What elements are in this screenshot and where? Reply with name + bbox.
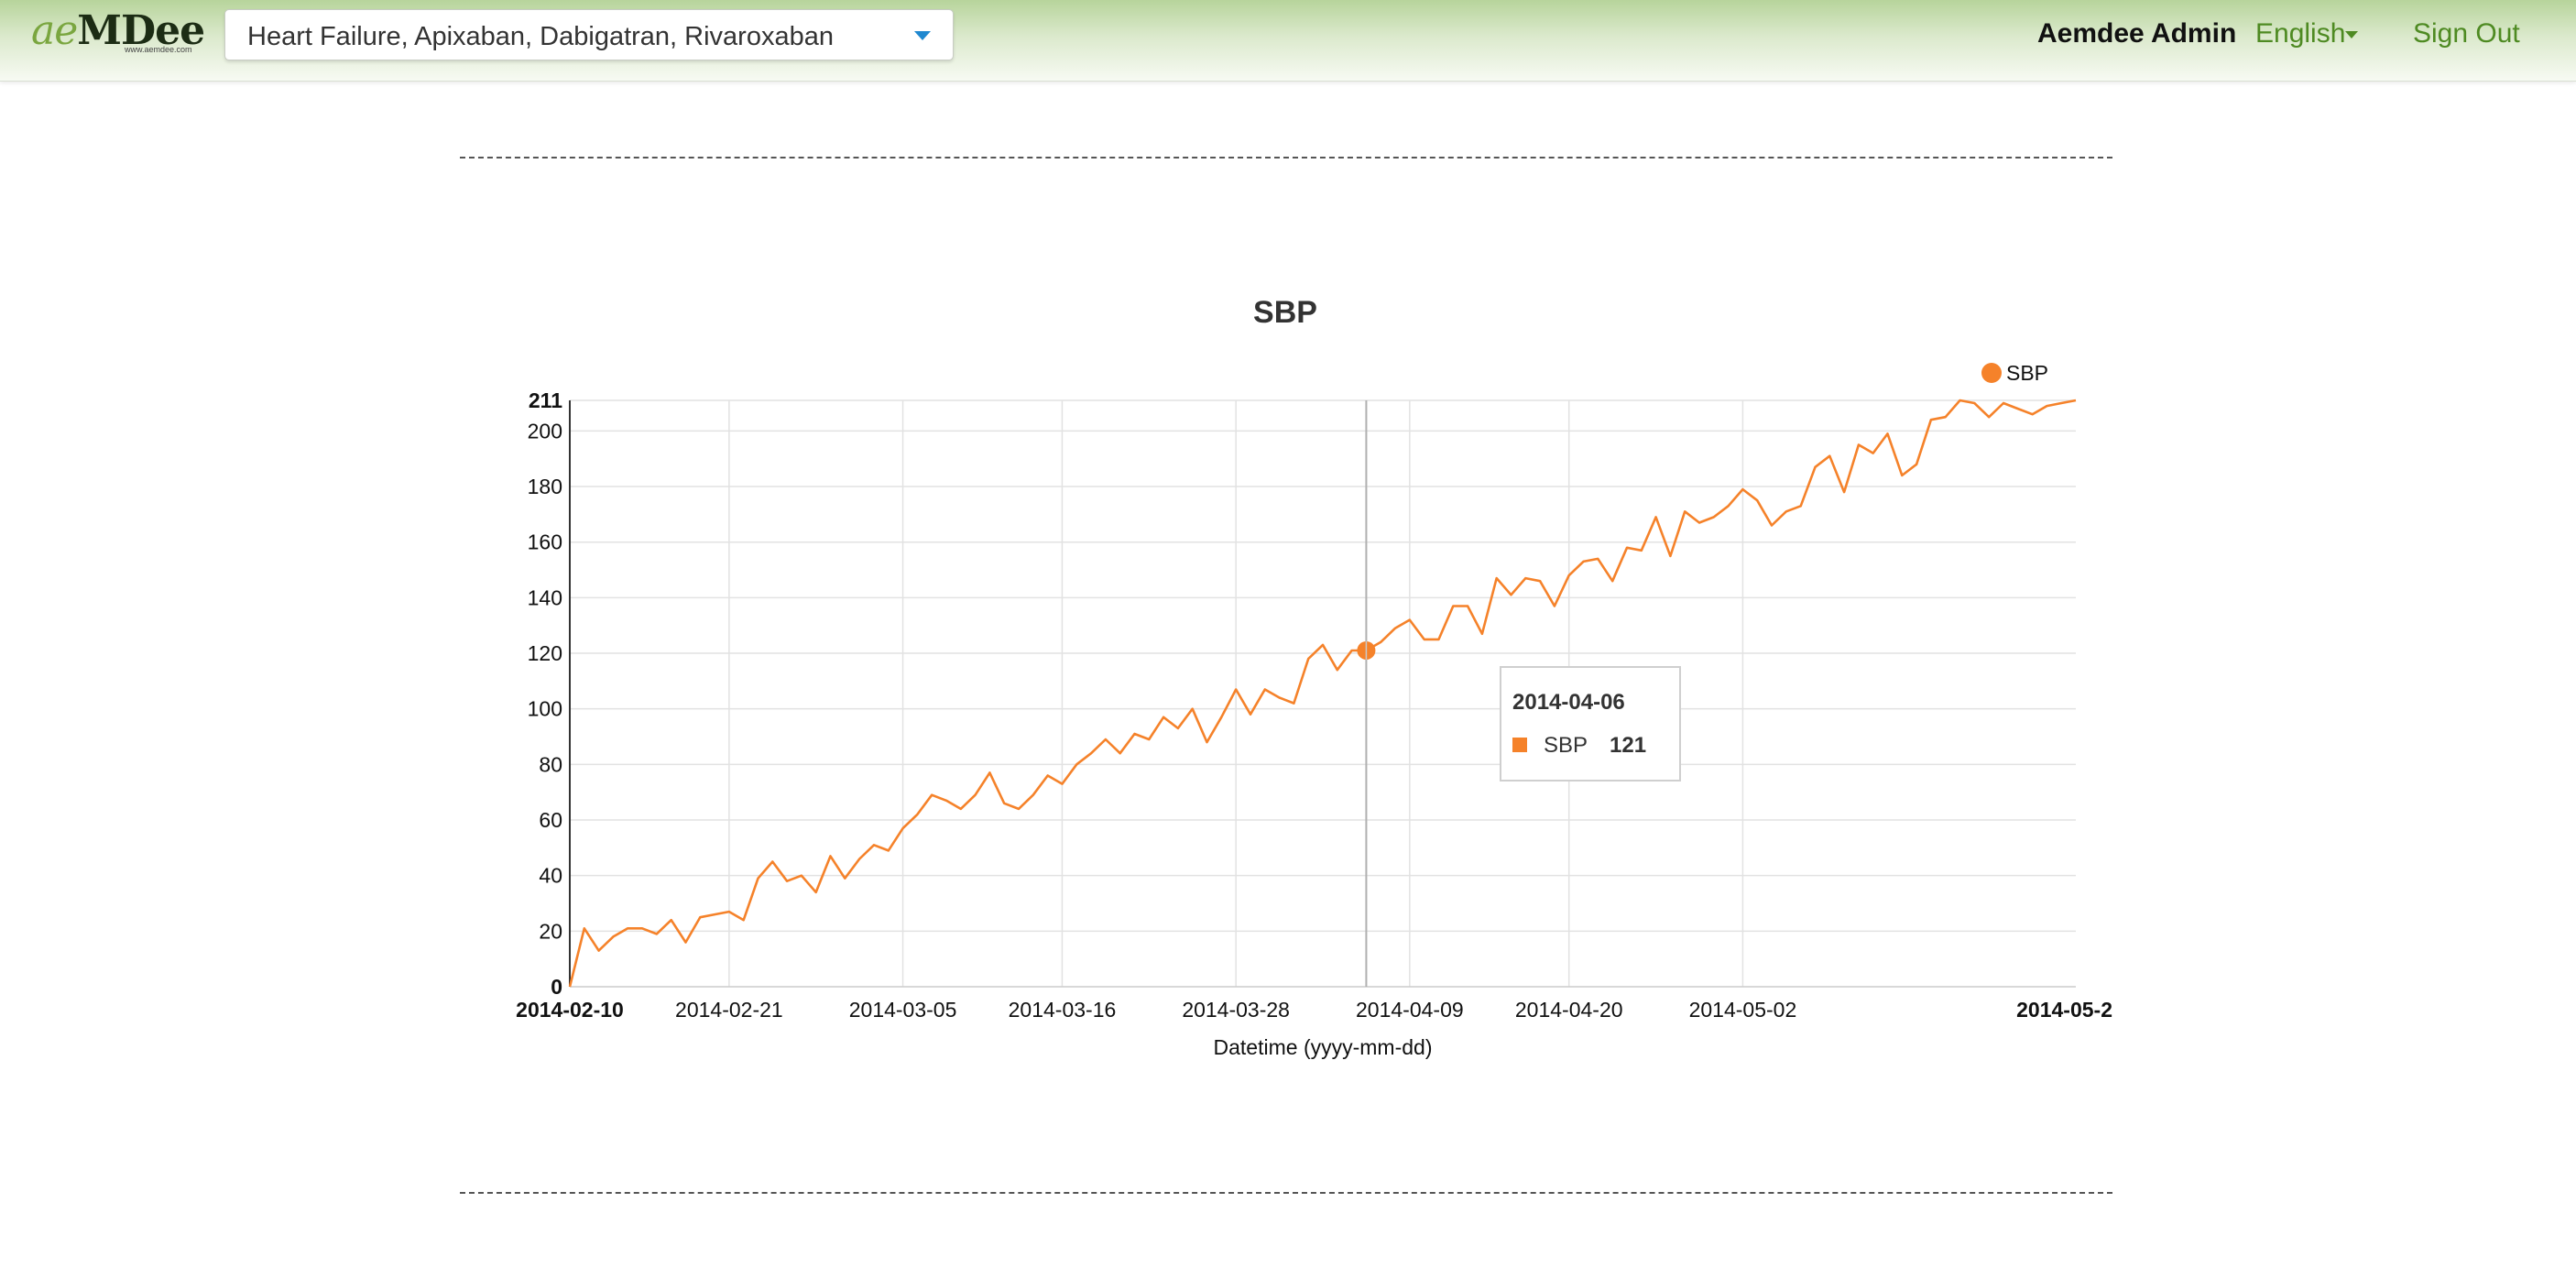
chart-axes: [569, 400, 2076, 988]
x-tick-label: 2014-03-05: [849, 998, 957, 1022]
x-tick-label: 2014-04-20: [1515, 998, 1623, 1022]
legend-label-sbp: SBP: [2006, 361, 2048, 385]
sbp-line-chart[interactable]: SBP 0 20 40 60 80 100 120 140 160 180 200 211 2014-02…: [0, 0, 2576, 1268]
y-tick-label: 120: [528, 641, 562, 665]
y-tick-label: 180: [528, 475, 562, 498]
y-tick-label: 160: [528, 530, 562, 554]
x-tick-label: 2014-04-09: [1356, 998, 1464, 1022]
x-tick-label: 2014-03-28: [1182, 998, 1290, 1022]
chart-grid: [570, 399, 2076, 987]
y-tick-label: 60: [539, 808, 562, 832]
tooltip-box: [1500, 666, 1681, 782]
y-tick-label: 211: [529, 388, 562, 412]
chart-series: [568, 399, 2077, 988]
y-tick-label: 40: [539, 864, 562, 888]
tooltip-date: 2014-04-06: [1512, 690, 1625, 715]
legend-marker: [1981, 363, 2002, 383]
x-tick-label: 2014-03-16: [1009, 998, 1117, 1022]
y-tick-label: 80: [539, 752, 562, 776]
chart-title: SBP: [1253, 295, 1317, 330]
chart-tooltip: 2014-04-06 SBP 121: [1357, 400, 1681, 987]
tooltip-series-swatch: [1512, 738, 1527, 752]
y-tick-label: 140: [528, 585, 562, 609]
y-tick-label: 20: [539, 919, 562, 943]
tooltip-series-name: SBP: [1544, 733, 1588, 758]
chart-labels: SBP 0 20 40 60 80 100 120 140 160 180 200 211 2014-02…: [516, 295, 2112, 1059]
x-tick-label: 2014-02-10: [516, 998, 624, 1022]
y-tick-label: 100: [528, 697, 562, 721]
x-axis-label: Datetime (yyyy-mm-dd): [1214, 1035, 1433, 1059]
x-tick-label: 2014-05-2: [2016, 998, 2112, 1022]
x-tick-label: 2014-02-21: [675, 998, 783, 1022]
y-tick-label: 0: [551, 975, 562, 999]
tooltip-value: 121: [1610, 733, 1646, 758]
y-tick-label: 200: [528, 419, 562, 443]
sbp-series-line: [568, 399, 2077, 988]
chart-legend[interactable]: SBP: [1981, 361, 2048, 385]
x-tick-label: 2014-05-02: [1689, 998, 1797, 1022]
